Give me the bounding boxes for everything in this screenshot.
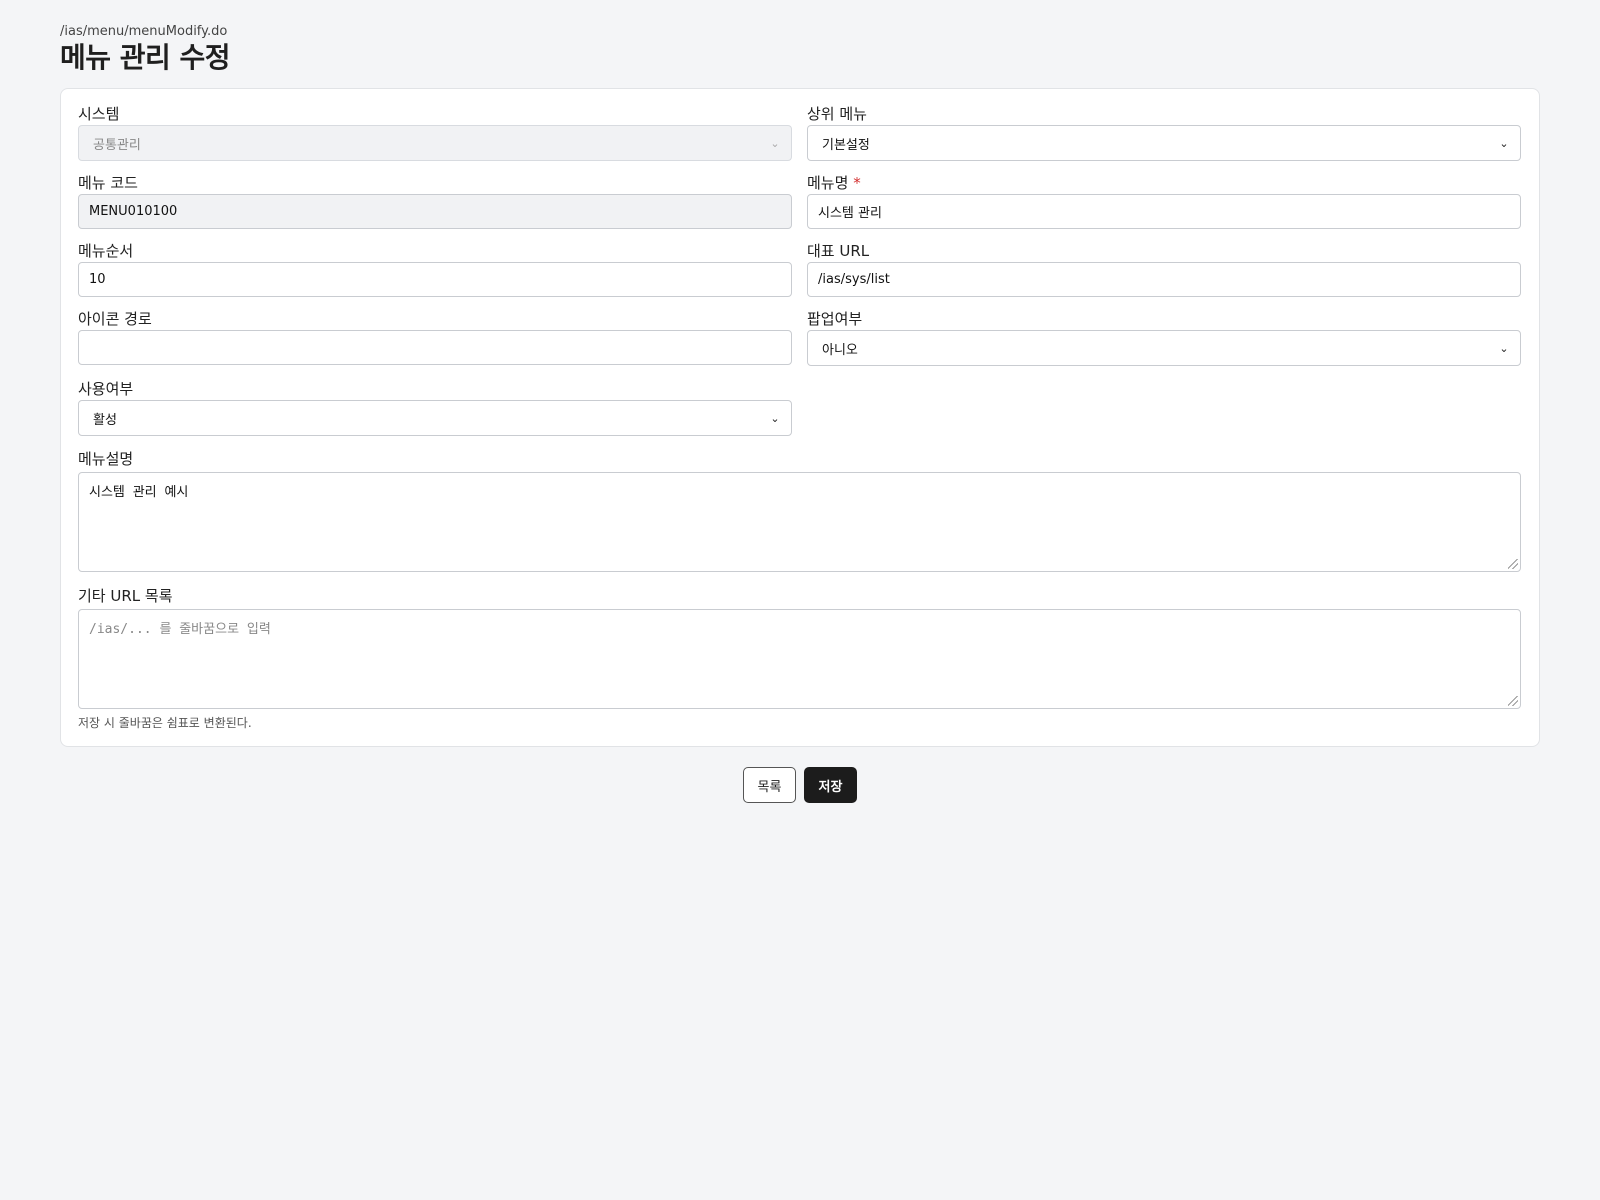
system-select: 공통관리 ⌄ <box>78 125 792 161</box>
menu-order-field[interactable]: 10 <box>78 262 792 297</box>
chevron-down-icon: ⌄ <box>1499 341 1509 355</box>
icon-path-field[interactable] <box>78 330 792 365</box>
menu-order-label: 메뉴순서 <box>78 242 134 260</box>
popup-label: 팝업여부 <box>807 310 863 328</box>
description-textarea[interactable]: 시스템 관리 예시 <box>78 472 1521 572</box>
main-url-field[interactable]: /ias/sys/list <box>807 262 1521 297</box>
other-urls-textarea[interactable]: /ias/... 를 줄바꿈으로 입력 <box>78 609 1521 709</box>
list-button[interactable]: 목록 <box>743 767 796 803</box>
system-label: 시스템 <box>78 105 120 123</box>
system-select-value: 공통관리 <box>93 137 141 153</box>
menu-name-value: 시스템 관리 <box>818 206 882 221</box>
description-value: 시스템 관리 예시 <box>89 485 189 500</box>
parent-menu-select[interactable]: 기본설정 ⌄ <box>807 125 1521 161</box>
popup-select[interactable]: 아니오 ⌄ <box>807 330 1521 366</box>
menu-name-label-text: 메뉴명 <box>807 174 849 192</box>
description-label: 메뉴설명 <box>78 450 134 468</box>
menu-name-label: 메뉴명 * <box>807 174 861 192</box>
use-yn-label: 사용여부 <box>78 380 134 398</box>
use-yn-select[interactable]: 활성 ⌄ <box>78 400 792 436</box>
page-title: 메뉴 관리 수정 <box>60 41 231 74</box>
icon-path-label: 아이콘 경로 <box>78 310 152 328</box>
menu-order-value: 10 <box>89 272 106 287</box>
main-url-label: 대표 URL <box>807 242 870 260</box>
chevron-down-icon: ⌄ <box>770 136 780 150</box>
save-button[interactable]: 저장 <box>804 767 857 803</box>
menu-code-value: MENU010100 <box>89 204 178 219</box>
other-urls-hint: 저장 시 줄바꿈은 쉼표로 변환된다. <box>78 716 252 730</box>
parent-menu-label: 상위 메뉴 <box>807 105 867 123</box>
menu-code-field[interactable]: MENU010100 <box>78 194 792 229</box>
main-url-value: /ias/sys/list <box>818 272 890 287</box>
chevron-down-icon: ⌄ <box>1499 136 1509 150</box>
required-mark: * <box>853 174 861 192</box>
menu-code-label: 메뉴 코드 <box>78 174 138 192</box>
use-yn-select-value: 활성 <box>93 412 117 428</box>
chevron-down-icon: ⌄ <box>770 411 780 425</box>
other-urls-placeholder: /ias/... 를 줄바꿈으로 입력 <box>89 622 271 637</box>
resize-grip-icon[interactable] <box>1508 559 1518 569</box>
other-urls-label: 기타 URL 목록 <box>78 587 173 605</box>
menu-modify-page: /ias/menu/menuModify.do 메뉴 관리 수정 시스템 공통관… <box>0 0 1600 1200</box>
resize-grip-icon[interactable] <box>1508 696 1518 706</box>
parent-menu-select-value: 기본설정 <box>822 137 870 153</box>
form-card: 시스템 공통관리 ⌄ 상위 메뉴 기본설정 ⌄ 메뉴 코드 MENU010100… <box>60 88 1540 747</box>
popup-select-value: 아니오 <box>822 342 858 358</box>
menu-name-field[interactable]: 시스템 관리 <box>807 194 1521 229</box>
